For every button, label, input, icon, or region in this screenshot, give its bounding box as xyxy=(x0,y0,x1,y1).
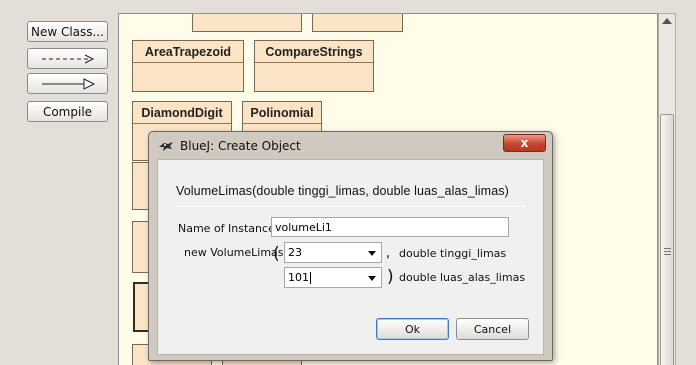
instance-name-value: volumeLi1 xyxy=(275,220,332,234)
scroll-up-arrow-icon[interactable] xyxy=(662,18,672,24)
open-paren: ( xyxy=(273,244,280,264)
class-box-area-trapezoid[interactable]: AreaTrapezoid xyxy=(132,40,244,92)
dropdown-arrow-icon[interactable] xyxy=(368,276,376,281)
instance-name-input[interactable]: volumeLi1 xyxy=(271,217,509,237)
class-box-compare-strings[interactable]: CompareStrings xyxy=(254,40,374,92)
scrollbar-thumb[interactable] xyxy=(660,114,674,365)
class-name: AreaTrapezoid xyxy=(133,41,243,63)
dialog-titlebar[interactable]: BlueJ: Create Object xyxy=(149,132,552,160)
dialog-body: VolumeLimas(double tinggi_limas, double … xyxy=(157,159,544,355)
close-paren: ) xyxy=(387,267,394,287)
compile-button[interactable]: Compile xyxy=(27,101,108,122)
dialog-title: BlueJ: Create Object xyxy=(180,139,301,153)
param-value: 23 xyxy=(288,246,302,259)
class-name: CompareStrings xyxy=(255,41,373,63)
param-separator: , xyxy=(386,246,391,261)
param-luas-alas-limas-combo[interactable]: 101 xyxy=(284,267,382,288)
param-value: 101 xyxy=(288,271,309,284)
dialog-close-button[interactable]: x xyxy=(503,134,546,152)
new-constructor-label: new VolumeLimas xyxy=(184,246,284,259)
class-name: Polinomial xyxy=(243,102,321,124)
create-object-dialog: BlueJ: Create Object x VolumeLimas(doubl… xyxy=(148,131,553,361)
instance-name-label: Name of Instance: xyxy=(178,222,279,235)
new-uses-arrow-button[interactable] xyxy=(27,48,108,69)
constructor-signature: VolumeLimas(double tinggi_limas, double … xyxy=(176,184,509,198)
text-cursor xyxy=(310,271,311,284)
class-box-partial[interactable] xyxy=(312,14,403,32)
heading-divider xyxy=(176,206,525,207)
param-tinggi-limas-combo[interactable]: 23 xyxy=(284,242,382,263)
class-name: DiamondDigit xyxy=(133,102,231,124)
new-inherits-arrow-button[interactable] xyxy=(27,73,108,94)
dashed-arrow-icon xyxy=(41,54,94,63)
class-box-partial[interactable] xyxy=(192,14,302,32)
param-type-label: double luas_alas_limas xyxy=(399,271,526,284)
hollow-arrow-icon xyxy=(41,77,95,90)
dropdown-arrow-icon[interactable] xyxy=(368,251,376,256)
bluej-bird-icon xyxy=(159,142,173,151)
cancel-button[interactable]: Cancel xyxy=(456,318,529,340)
canvas-vertical-scrollbar[interactable] xyxy=(658,13,676,365)
ok-button[interactable]: Ok xyxy=(376,318,449,340)
param-type-label: double tinggi_limas xyxy=(399,247,507,260)
new-class-button[interactable]: New Class... xyxy=(27,21,108,42)
